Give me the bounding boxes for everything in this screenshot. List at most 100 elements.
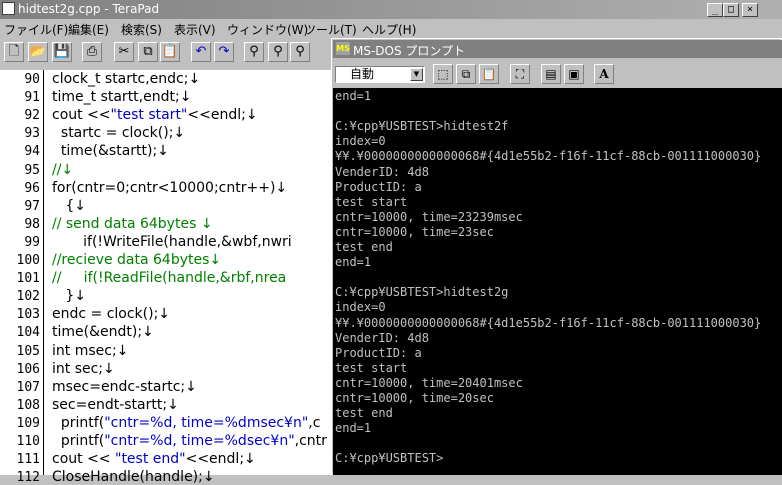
menu-help[interactable]: ヘルプ(H) <box>362 21 416 38</box>
menu-search[interactable]: 検索(S) <box>121 21 162 38</box>
terapad-app-icon[interactable] <box>2 2 15 15</box>
redo-icon[interactable]: ↷ <box>214 42 234 62</box>
close-button[interactable]: × <box>742 3 758 17</box>
msdos-window-title: MS-DOS プロンプト <box>353 44 466 58</box>
code-line: // send data 64bytes ↓ <box>52 215 213 232</box>
line-number: 98 <box>24 216 40 232</box>
code-line: time(&startt);↓ <box>52 143 169 160</box>
console-line: test end <box>335 406 393 421</box>
line-number: 90 <box>24 72 40 87</box>
properties-icon[interactable]: ▤ <box>541 64 561 84</box>
code-line: time(&endt);↓ <box>52 324 154 341</box>
console-line: ProductID: a <box>335 179 422 194</box>
console-line: cntr=10000, time=23239msec <box>335 209 523 224</box>
menu-view[interactable]: 表示(V) <box>174 21 216 38</box>
menu-edit[interactable]: 編集(E) <box>68 21 109 38</box>
paste-icon[interactable]: 📋 <box>479 64 499 84</box>
line-number: 96 <box>24 180 40 196</box>
console-line: ProductID: a <box>335 345 422 360</box>
console-line: VenderID: 4d8 <box>335 164 429 179</box>
code-line: CloseHandle(handle);↓ <box>52 469 215 485</box>
code-line: clock_t startc,endc;↓ <box>52 71 201 87</box>
line-number: 108 <box>16 397 40 413</box>
console-line: C:¥cpp¥USBTEST>hidtest2f <box>335 119 509 134</box>
terapad-title-bar[interactable]: hidtest2g.cpp - TeraPad <box>0 0 782 19</box>
console-line: cntr=10000, time=20401msec <box>335 375 523 390</box>
msdos-title-bar[interactable]: MS-DOS プロンプト <box>333 40 782 58</box>
line-number: 101 <box>16 271 40 287</box>
line-number: 94 <box>24 144 40 160</box>
menu-tools[interactable]: ツール(T) <box>304 21 357 38</box>
background-icon[interactable]: ▣ <box>564 64 584 84</box>
code-line: sec=endt-startt;↓ <box>52 396 179 413</box>
maximize-button[interactable]: □ <box>723 3 739 17</box>
font-size-value: 自動 <box>350 67 375 81</box>
code-line: //↓ <box>52 161 74 178</box>
msdos-app-icon[interactable]: MS <box>336 42 350 55</box>
console-line: test start <box>335 360 408 375</box>
line-number: 105 <box>16 343 40 359</box>
code-line: //recieve data 64bytes↓ <box>52 252 222 268</box>
code-line: endc = clock();↓ <box>52 306 171 323</box>
find-prev-icon[interactable]: ⚲ <box>290 42 310 62</box>
copy-icon[interactable]: ⧉ <box>456 64 476 84</box>
line-number: 103 <box>16 307 40 323</box>
menu-file[interactable]: ファイル(F) <box>4 21 68 38</box>
cut-icon[interactable]: ✂ <box>114 42 134 62</box>
console-line: VenderID: 4d8 <box>335 330 429 345</box>
font-icon[interactable]: A <box>594 64 614 84</box>
console-line: end=1 <box>335 255 372 270</box>
save-icon[interactable]: 💾 <box>52 42 72 62</box>
code-line: msec=endc-startc;↓ <box>52 378 197 395</box>
console-output[interactable]: end=1 C:¥cpp¥USBTEST>hidtest2f index=0 ¥¥.¥… <box>333 88 782 475</box>
console-line: ¥¥.¥0000000000000068#{4d1e55b2-f16f-11cf… <box>335 149 762 164</box>
line-number: 112 <box>16 470 40 485</box>
line-number: 99 <box>24 234 40 250</box>
line-number: 93 <box>24 126 40 142</box>
menu-bar: ファイル(F) 編集(E) 検索(S) 表示(V) ウィンドウ(W) ツール(T… <box>0 19 782 38</box>
line-number: 111 <box>16 452 40 468</box>
line-number: 100 <box>16 253 40 268</box>
open-folder-icon[interactable]: 📂 <box>28 42 48 62</box>
undo-icon[interactable]: ↶ <box>191 42 211 62</box>
line-number: 95 <box>24 162 40 178</box>
console-line: cntr=10000, time=20sec <box>335 391 494 405</box>
font-size-select[interactable]: 自動 ▼ <box>335 66 425 83</box>
find-next-icon[interactable]: ⚲ <box>268 42 288 62</box>
code-line: cout << "test end"<<endl;↓ <box>52 451 256 468</box>
console-line: C:¥cpp¥USBTEST> <box>335 451 444 466</box>
code-line: }↓ <box>52 288 86 305</box>
line-number: 106 <box>16 361 40 377</box>
code-line: cout <<"test start"<<endl;↓ <box>52 107 258 124</box>
console-line: index=0 <box>335 134 386 149</box>
code-line: for(cntr=0;cntr<10000;cntr++)↓ <box>52 179 288 196</box>
minimize-button[interactable]: _ <box>707 3 723 17</box>
print-icon[interactable]: ⎙ <box>82 42 102 62</box>
menu-window[interactable]: ウィンドウ(W) <box>227 21 308 38</box>
mark-icon[interactable]: ⬚ <box>433 64 453 84</box>
paste-icon[interactable]: 📋 <box>160 42 180 62</box>
copy-icon[interactable]: ⧉ <box>138 42 158 62</box>
code-line: startc = clock();↓ <box>52 125 186 142</box>
console-line: end=1 <box>335 421 372 436</box>
code-line: time_t startt,endt;↓ <box>52 89 192 106</box>
fullscreen-icon[interactable]: ⛶ <box>510 64 530 84</box>
terapad-window-title: hidtest2g.cpp - TeraPad <box>18 2 160 16</box>
line-number: 107 <box>16 379 40 395</box>
console-line: cntr=10000, time=23sec <box>335 224 494 239</box>
code-line: // if(!ReadFile(handle,&rbf,nrea <box>52 270 287 287</box>
chevron-down-icon[interactable]: ▼ <box>410 68 423 81</box>
code-line: printf("cntr=%d, time=%dsec¥n",cntr <box>52 433 327 449</box>
line-number: 104 <box>16 325 40 341</box>
code-line: if(!WriteFile(handle,&wbf,nwri <box>52 233 292 250</box>
code-line: int msec;↓ <box>52 342 129 359</box>
find-icon[interactable]: ⚲ <box>244 42 264 62</box>
console-line: test start <box>335 194 408 209</box>
line-number: 97 <box>24 198 40 214</box>
line-number: 102 <box>16 289 40 305</box>
code-line: {↓ <box>52 197 86 214</box>
console-line: test end <box>335 240 393 254</box>
line-number: 92 <box>24 108 40 124</box>
new-file-icon[interactable]: 🗋 <box>4 42 24 62</box>
line-number: 110 <box>16 434 40 449</box>
